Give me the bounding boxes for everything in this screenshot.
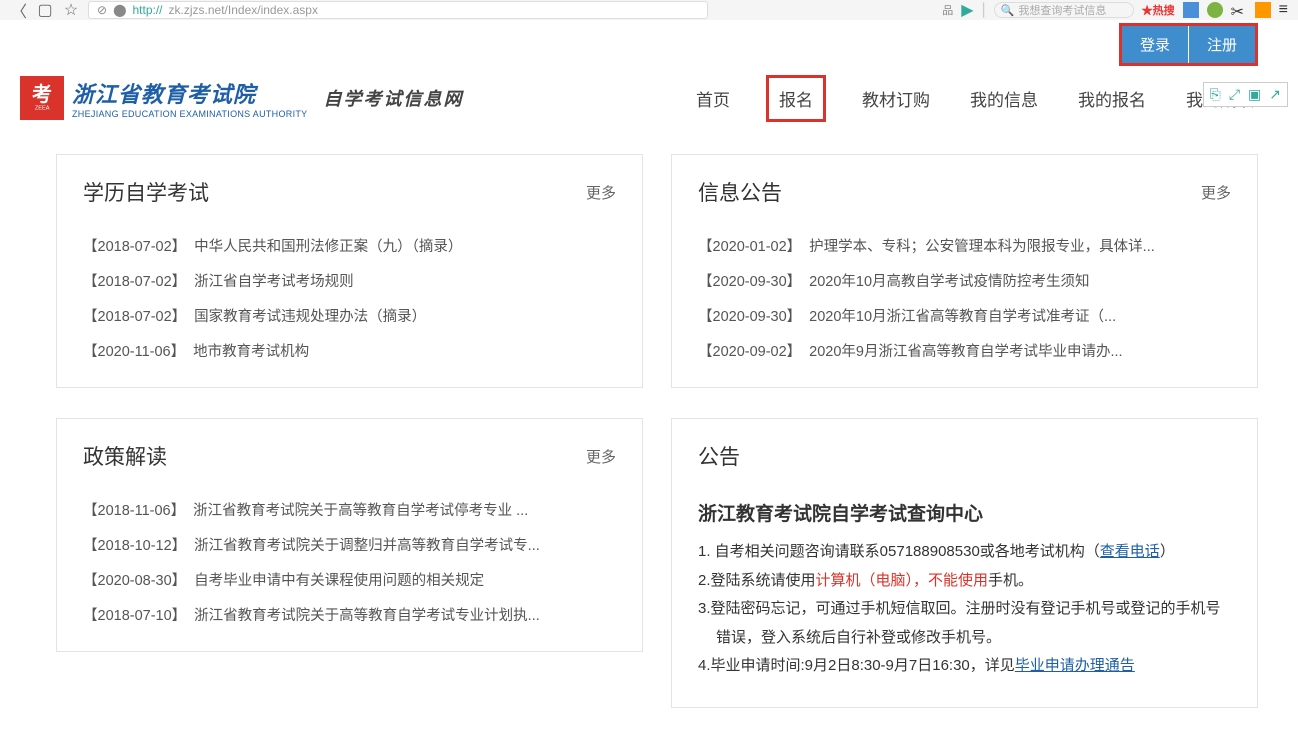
list-item[interactable]: 【2020-01-02】护理学本、专科；公安管理本科为限报专业，具体详... bbox=[698, 235, 1231, 256]
tabs-icon[interactable]: ▢ bbox=[36, 2, 54, 18]
list-item[interactable]: 【2020-09-02】2020年9月浙江省高等教育自学考试毕业申请办... bbox=[698, 340, 1231, 361]
panel-exam-title: 学历自学考试 bbox=[83, 177, 209, 207]
screen-icon[interactable]: ▣ bbox=[1248, 86, 1261, 103]
login-button[interactable]: 登录 bbox=[1122, 26, 1188, 63]
register-button[interactable]: 注册 bbox=[1188, 26, 1255, 63]
nav-home[interactable]: 首页 bbox=[692, 80, 734, 117]
ext-icon-3[interactable] bbox=[1255, 2, 1271, 18]
list-item[interactable]: 【2020-09-30】2020年10月高教自学考试疫情防控考生须知 bbox=[698, 270, 1231, 291]
auth-box: 登录 注册 bbox=[1119, 23, 1258, 66]
back-icon[interactable]: 〈 bbox=[10, 2, 28, 18]
search-icon: 🔍 bbox=[1001, 4, 1015, 17]
url-bar[interactable]: ⊘ ⬤ http:// zk.zjzs.net/Index/index.aspx bbox=[88, 1, 708, 19]
panel-exam-more[interactable]: 更多 bbox=[586, 182, 616, 203]
share-icon[interactable]: ↗ bbox=[1269, 86, 1281, 103]
panel-news-title: 信息公告 bbox=[698, 177, 782, 207]
panel-news-more[interactable]: 更多 bbox=[1201, 182, 1231, 203]
logo-icon: ZEEA bbox=[20, 76, 64, 120]
main-nav: 首页 报名 教材订购 我的信息 我的报名 我的成绩 bbox=[692, 75, 1278, 122]
nav-myreg[interactable]: 我的报名 bbox=[1074, 80, 1150, 117]
notice-heading: 浙江教育考试院自学考试查询中心 bbox=[698, 499, 1231, 526]
panel-policy-title: 政策解读 bbox=[83, 441, 167, 471]
panel-notice-title: 公告 bbox=[698, 441, 740, 471]
tool-strip: ⎘ ⤢ ▣ ↗ bbox=[1203, 82, 1288, 107]
ext-icon-2[interactable] bbox=[1207, 2, 1223, 18]
grad-link[interactable]: 毕业申请办理通告 bbox=[1015, 657, 1135, 674]
star-icon[interactable]: ☆ bbox=[62, 2, 80, 18]
panel-news: 信息公告 更多 【2020-01-02】护理学本、专科；公安管理本科为限报专业，… bbox=[671, 154, 1258, 388]
logo-en: ZHEJIANG EDUCATION EXAMINATIONS AUTHORIT… bbox=[72, 109, 308, 119]
play-icon[interactable]: ▶ bbox=[961, 0, 973, 20]
logo-cn: 浙江省教育考试院 bbox=[72, 77, 308, 109]
nav-signup[interactable]: 报名 bbox=[766, 75, 826, 122]
nav-textbook[interactable]: 教材订购 bbox=[858, 80, 934, 117]
notice-list: 1. 自考相关问题咨询请联系057188908530或各地考试机构（查看电话） … bbox=[698, 538, 1231, 681]
nav-myinfo[interactable]: 我的信息 bbox=[966, 80, 1042, 117]
list-item[interactable]: 【2018-11-06】浙江省教育考试院关于高等教育自学考试停考专业 ... bbox=[83, 499, 616, 520]
copy-icon[interactable]: ⎘ bbox=[1210, 86, 1221, 103]
qr-icon[interactable]: 品 bbox=[942, 2, 953, 18]
auth-bar: 登录 注册 bbox=[0, 20, 1298, 68]
list-item[interactable]: 【2020-11-06】地市教育考试机构 bbox=[83, 340, 616, 361]
list-item[interactable]: 【2018-07-10】浙江省教育考试院关于高等教育自学考试专业计划执... bbox=[83, 604, 616, 625]
content: 学历自学考试 更多 【2018-07-02】中华人民共和国刑法修正案（九）（摘录… bbox=[0, 128, 1298, 748]
logo-sub: 自学考试信息网 bbox=[324, 85, 464, 111]
list-item[interactable]: 【2018-10-12】浙江省教育考试院关于调整归并高等教育自学考试专... bbox=[83, 534, 616, 555]
ext-icon-1[interactable] bbox=[1183, 2, 1199, 18]
list-item[interactable]: 【2018-07-02】国家教育考试违规处理办法（摘录） bbox=[83, 305, 616, 326]
list-item[interactable]: 【2020-09-30】2020年10月浙江省高等教育自学考试准考证（... bbox=[698, 305, 1231, 326]
header: ZEEA 浙江省教育考试院 ZHEJIANG EDUCATION EXAMINA… bbox=[0, 68, 1298, 128]
list-item[interactable]: 【2018-07-02】中华人民共和国刑法修正案（九）（摘录） bbox=[83, 235, 616, 256]
notice-line-2: 2.登陆系统请使用计算机（电脑），不能使用手机。 bbox=[698, 567, 1231, 596]
url-text: zk.zjzs.net/Index/index.aspx bbox=[169, 3, 318, 17]
hot-label[interactable]: ★热搜 bbox=[1142, 2, 1175, 18]
notice-line-1: 1. 自考相关问题咨询请联系057188908530或各地考试机构（查看电话） bbox=[698, 538, 1231, 567]
list-item[interactable]: 【2020-08-30】自考毕业申请中有关课程使用问题的相关规定 bbox=[83, 569, 616, 590]
logo[interactable]: ZEEA 浙江省教育考试院 ZHEJIANG EDUCATION EXAMINA… bbox=[20, 76, 464, 120]
scissors-icon[interactable]: ✂ bbox=[1231, 2, 1247, 18]
url-proto: http:// bbox=[133, 3, 163, 17]
notice-line-4: 4.毕业申请时间:9月2日8:30-9月7日16:30，详见毕业申请办理通告 bbox=[698, 652, 1231, 681]
list-item[interactable]: 【2018-07-02】浙江省自学考试考场规则 bbox=[83, 270, 616, 291]
menu-icon[interactable]: ≡ bbox=[1279, 1, 1288, 19]
search-box[interactable]: 🔍 我想查询考试信息 bbox=[994, 2, 1134, 18]
panel-notice: 公告 浙江教育考试院自学考试查询中心 1. 自考相关问题咨询请联系0571889… bbox=[671, 418, 1258, 708]
notice-line-3: 3.登陆密码忘记，可通过手机短信取回。注册时没有登记手机号或登记的手机号错误，登… bbox=[698, 595, 1231, 652]
phone-link[interactable]: 查看电话 bbox=[1100, 543, 1160, 560]
shield-icon: ⊘ bbox=[97, 3, 107, 17]
panel-exam: 学历自学考试 更多 【2018-07-02】中华人民共和国刑法修正案（九）（摘录… bbox=[56, 154, 643, 388]
panel-policy: 政策解读 更多 【2018-11-06】浙江省教育考试院关于高等教育自学考试停考… bbox=[56, 418, 643, 652]
expand-icon[interactable]: ⤢ bbox=[1229, 86, 1240, 103]
browser-bar: 〈 ▢ ☆ ⊘ ⬤ http:// zk.zjzs.net/Index/inde… bbox=[0, 0, 1298, 20]
panel-policy-more[interactable]: 更多 bbox=[586, 446, 616, 467]
